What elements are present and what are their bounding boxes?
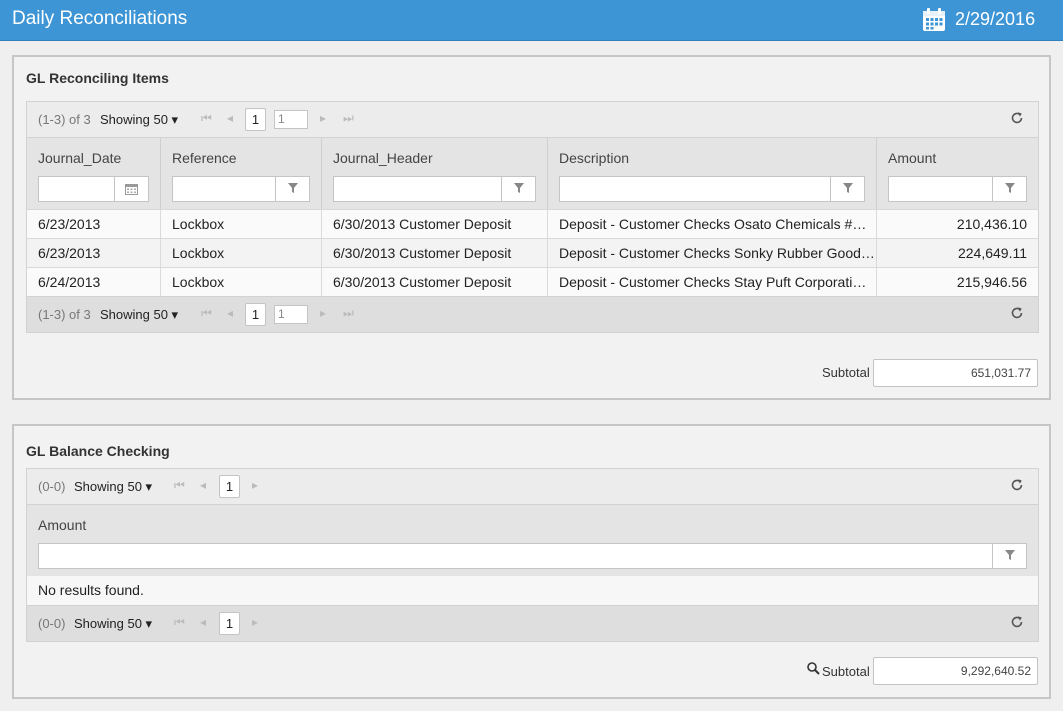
next-page-icon[interactable]: ▸: [320, 111, 326, 125]
first-page-icon[interactable]: ⏮: [174, 615, 185, 630]
amount-filter-input[interactable]: [38, 543, 1027, 569]
filter-icon[interactable]: [992, 544, 1026, 568]
current-page-button[interactable]: 1: [219, 475, 240, 498]
last-page-icon[interactable]: ⏭: [343, 111, 354, 126]
subtotal-field: 651,031.77: [873, 359, 1038, 387]
column-header-journal-date[interactable]: Journal_Date: [27, 138, 161, 209]
description-filter-input[interactable]: [559, 176, 865, 202]
page-range: (1-3) of 3: [38, 112, 91, 127]
filter-icon[interactable]: [830, 177, 864, 201]
current-date[interactable]: 2/29/2016: [955, 9, 1035, 30]
subtotal-label: Subtotal: [822, 365, 870, 380]
page-range: (1-3) of 3: [38, 307, 91, 322]
gl-reconciling-items-panel: GL Reconciling Items (1-3) of 3 Showing …: [12, 55, 1051, 400]
no-results-message: No results found.: [26, 576, 1039, 605]
first-page-icon[interactable]: ⏮: [201, 111, 212, 126]
pager-bottom: (0-0) Showing 50 ▾ ⏮ ◂ 1 ▸: [26, 605, 1039, 642]
next-page-icon[interactable]: ▸: [320, 306, 326, 320]
filter-icon[interactable]: [501, 177, 535, 201]
page-range: (0-0): [38, 479, 66, 494]
first-page-icon[interactable]: ⏮: [201, 306, 212, 321]
table-row[interactable]: 6/23/2013 Lockbox 6/30/2013 Customer Dep…: [26, 238, 1039, 267]
refresh-icon[interactable]: [1010, 478, 1024, 492]
table-header: Amount: [26, 505, 1039, 576]
prev-page-icon[interactable]: ◂: [200, 478, 206, 492]
filter-icon[interactable]: [275, 177, 309, 201]
calendar-icon[interactable]: [114, 177, 148, 201]
first-page-icon[interactable]: ⏮: [174, 478, 185, 493]
refresh-icon[interactable]: [1010, 306, 1024, 320]
pager-top: (0-0) Showing 50 ▾ ⏮ ◂ 1 ▸: [26, 468, 1039, 505]
table-header: Journal_Date Reference Journal_Header De…: [26, 138, 1039, 209]
gl-balance-checking-panel: GL Balance Checking (0-0) Showing 50 ▾ ⏮…: [12, 424, 1051, 699]
amount-filter-input[interactable]: [888, 176, 1027, 202]
date-filter-input[interactable]: [38, 176, 149, 202]
column-header-amount[interactable]: Amount: [877, 138, 1038, 209]
page-size-dropdown[interactable]: Showing 50 ▾: [74, 616, 152, 632]
page-size-dropdown[interactable]: Showing 50 ▾: [100, 112, 178, 128]
page-range: (0-0): [38, 616, 66, 631]
prev-page-icon[interactable]: ◂: [200, 615, 206, 629]
refresh-icon[interactable]: [1010, 111, 1024, 125]
panel-title: GL Reconciling Items: [26, 70, 169, 86]
page-number-input[interactable]: 1: [274, 110, 308, 129]
pager-top: (1-3) of 3 Showing 50 ▾ ⏮ ◂ 1 1 ▸ ⏭: [26, 101, 1039, 138]
subtotal-label: Subtotal: [822, 664, 870, 679]
reference-filter-input[interactable]: [172, 176, 310, 202]
page-size-dropdown[interactable]: Showing 50 ▾: [74, 479, 152, 495]
column-header-amount[interactable]: Amount: [27, 505, 1038, 576]
column-header-journal-header[interactable]: Journal_Header: [322, 138, 548, 209]
refresh-icon[interactable]: [1010, 615, 1024, 629]
journal-header-filter-input[interactable]: [333, 176, 536, 202]
prev-page-icon[interactable]: ◂: [227, 111, 233, 125]
current-page-button[interactable]: 1: [245, 108, 266, 131]
page-size-dropdown[interactable]: Showing 50 ▾: [100, 307, 178, 323]
prev-page-icon[interactable]: ◂: [227, 306, 233, 320]
next-page-icon[interactable]: ▸: [252, 615, 258, 629]
current-page-button[interactable]: 1: [219, 612, 240, 635]
column-header-reference[interactable]: Reference: [161, 138, 322, 209]
filter-icon[interactable]: [992, 177, 1026, 201]
current-page-button[interactable]: 1: [245, 303, 266, 326]
last-page-icon[interactable]: ⏭: [343, 306, 354, 321]
page-title: Daily Reconciliations: [12, 8, 188, 29]
app-header: Daily Reconciliations 2/29/2016: [0, 0, 1063, 41]
search-icon[interactable]: [807, 662, 820, 675]
subtotal-field: 9,292,640.52: [873, 657, 1038, 685]
panel-title: GL Balance Checking: [26, 443, 170, 459]
table-row[interactable]: 6/23/2013 Lockbox 6/30/2013 Customer Dep…: [26, 209, 1039, 238]
table-row[interactable]: 6/24/2013 Lockbox 6/30/2013 Customer Dep…: [26, 267, 1039, 296]
pager-bottom: (1-3) of 3 Showing 50 ▾ ⏮ ◂ 1 1 ▸ ⏭: [26, 296, 1039, 333]
next-page-icon[interactable]: ▸: [252, 478, 258, 492]
page-number-input[interactable]: 1: [274, 305, 308, 324]
calendar-icon[interactable]: [922, 8, 946, 32]
column-header-description[interactable]: Description: [548, 138, 877, 209]
